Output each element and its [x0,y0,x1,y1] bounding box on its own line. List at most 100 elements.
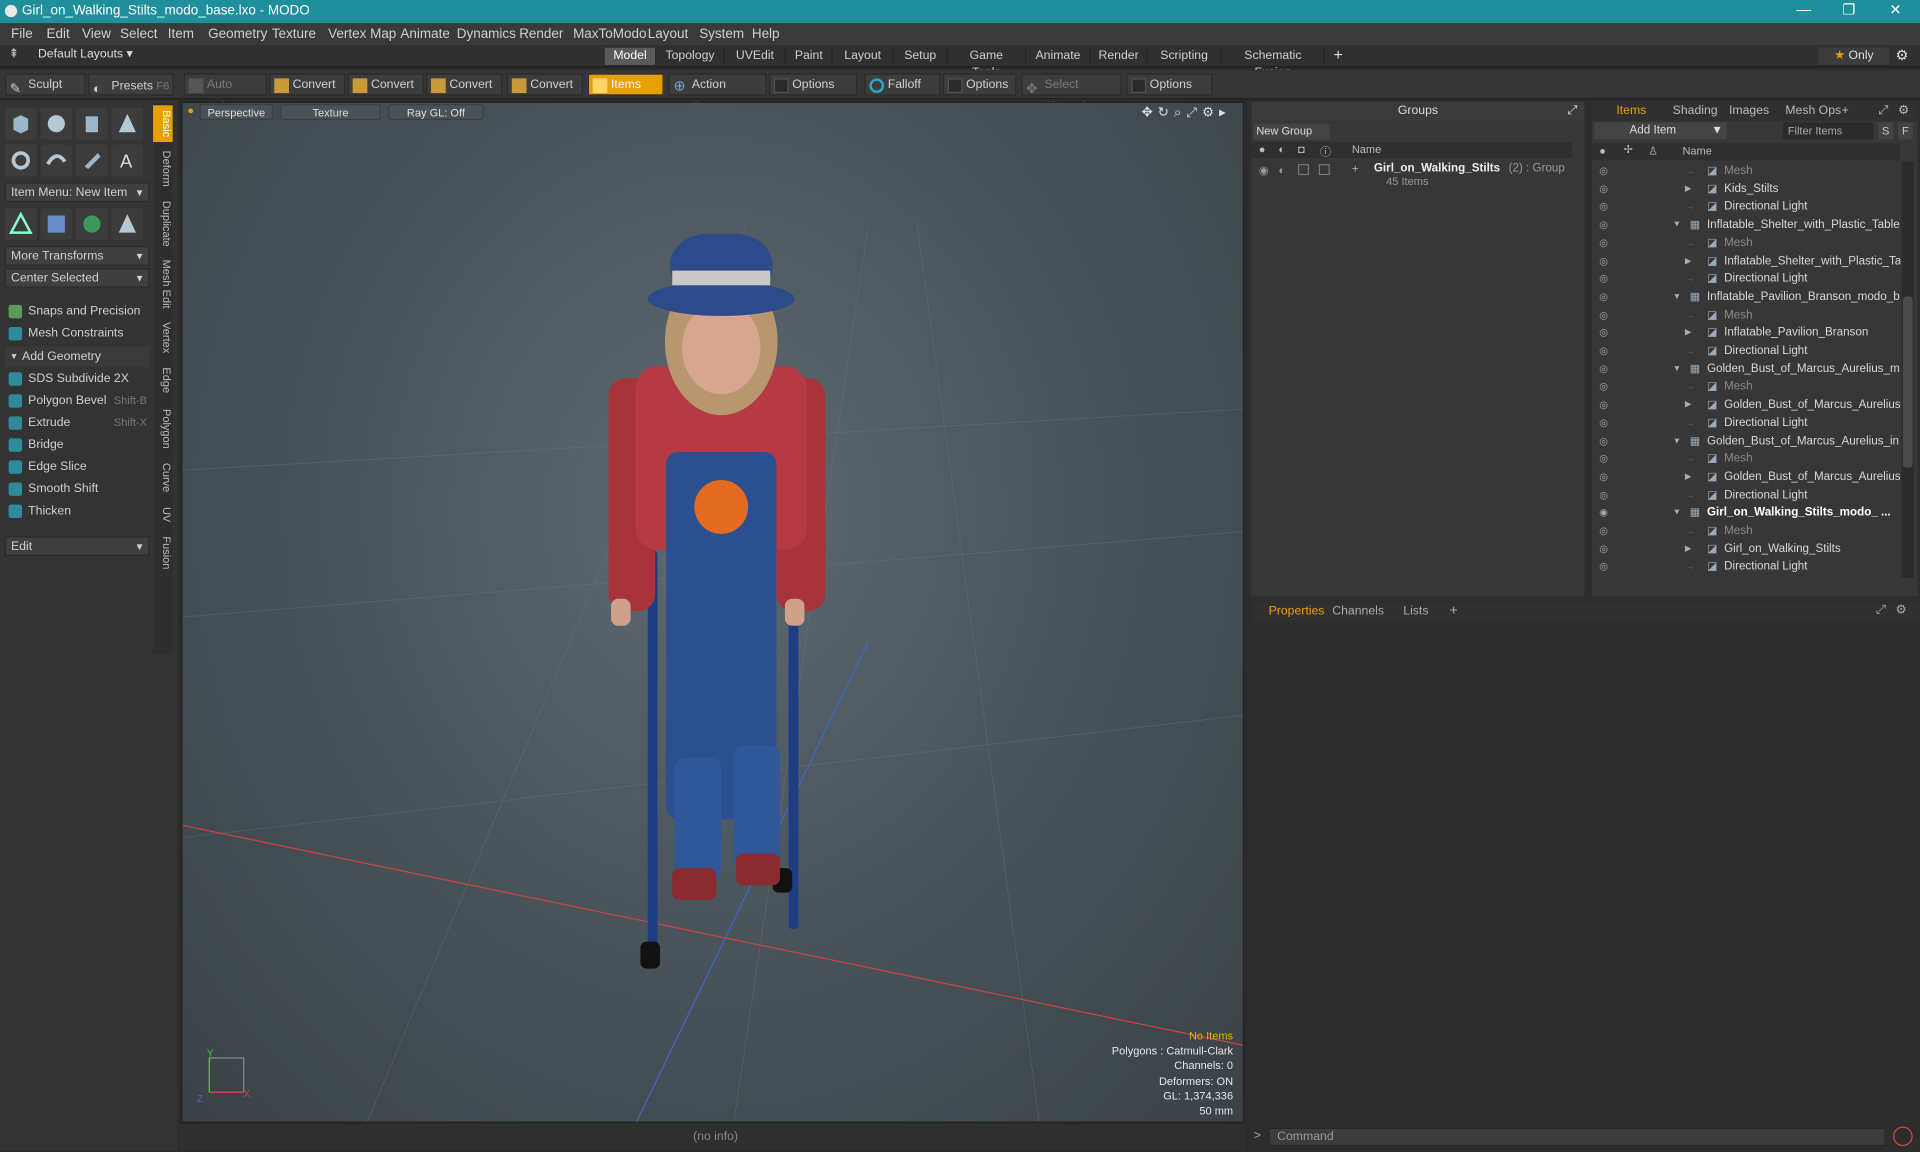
item-row[interactable]: ◎ → ◪ Directional Light [1592,270,1901,288]
text-icon[interactable]: A [111,144,144,177]
menu-animate[interactable]: Animate [400,27,449,42]
eye-icon[interactable]: ◎ [1599,327,1610,338]
tab-lists[interactable]: Lists [1403,605,1428,618]
tool-edge-slice[interactable]: Edge Slice [5,457,149,478]
falloff-button[interactable]: Falloff [864,73,941,96]
presets-button[interactable]: ◐ Presets F6 [88,73,174,97]
tab-schematic-fusion[interactable]: Schematic Fusion [1222,47,1325,80]
item-row[interactable]: ◎ ▼ ▦ Inflatable_Shelter_with_Plastic_Table… [1592,216,1900,234]
eye-icon[interactable]: ◎ [1599,561,1610,572]
eye-icon[interactable]: ◉ [1259,164,1269,177]
gear-icon[interactable]: ⚙ [1896,604,1907,617]
eye-icon[interactable]: ◎ [1599,183,1610,194]
tool-extrude[interactable]: Extrude Shift-X [5,413,149,434]
scrollbar-thumb[interactable] [1902,296,1913,468]
pan-icon[interactable]: ✥ [1141,105,1157,120]
s-button[interactable]: S [1878,122,1894,140]
tab-layout[interactable]: Layout [833,47,894,65]
add-geometry-section[interactable]: ▼ Add Geometry [4,346,150,368]
menu-edit[interactable]: Edit [47,27,70,42]
minimize-icon[interactable]: — [1782,1,1826,18]
tab-channels[interactable]: Channels [1332,605,1384,618]
menu-view[interactable]: View [82,27,111,42]
mesh-constraints-button[interactable]: Mesh Constraints [5,323,149,344]
item-row[interactable]: ◎ ▶ ◪ Golden_Bust_of_Marcus_Aurelius_... [1592,468,1900,486]
chevron-right-icon[interactable]: ▶ [1685,540,1692,558]
eye-icon[interactable]: ◎ [1599,489,1610,500]
item-row[interactable]: ◎ → ◪ Mesh [1592,234,1901,252]
item-row[interactable]: ◎ → ◪ Mesh [1592,306,1901,324]
grid-icon[interactable] [40,208,73,241]
item-row[interactable]: ◎ ▼ ▦ Golden_Bust_of_Marcus_Aurelius_m ... [1592,360,1900,378]
eye-icon[interactable]: ◎ [1599,309,1610,320]
chevron-down-icon[interactable]: ▼ [1673,504,1681,522]
eye-icon[interactable]: ◎ [1599,255,1610,266]
tool-thicken[interactable]: Thicken [5,501,149,522]
tube-icon[interactable] [40,144,73,177]
chevron-down-icon[interactable]: ▼ [1673,288,1681,306]
item-row[interactable]: ◎ → ◪ Mesh [1592,522,1901,540]
vtab-curve[interactable]: Curve [153,458,172,497]
gear-icon[interactable]: ⚙ [1896,47,1909,64]
tab-properties[interactable]: Properties [1269,605,1325,618]
eye-icon[interactable]: ◎ [1599,291,1610,302]
menu-render[interactable]: Render [519,27,563,42]
more-transforms-dropdown[interactable]: More Transforms ▼ [4,246,150,266]
eye-icon[interactable]: ◎ [1599,435,1610,446]
raygl-button[interactable]: Ray GL: Off [388,104,484,121]
gear-icon[interactable]: ⚙ [1202,105,1219,120]
layout-selector[interactable]: Default Layouts ▾ [38,48,133,61]
eye-icon[interactable]: ◉ [1599,507,1610,518]
item-row[interactable]: ◎ ▶ ◪ Girl_on_Walking_Stilts [1592,540,1901,558]
chevron-right-icon[interactable]: ▶ [1685,252,1692,270]
vtab-fusion[interactable]: Fusion [153,531,172,575]
chevron-down-icon[interactable]: ▼ [1673,432,1681,450]
add-tab-icon[interactable]: + [1842,104,1849,117]
eye-icon[interactable]: ◎ [1599,399,1610,410]
tab-topology[interactable]: Topology [656,47,725,65]
edit-dropdown[interactable]: Edit ▼ [4,536,150,556]
eye-icon[interactable]: ◎ [1599,381,1610,392]
expand-group-icon[interactable]: + [1352,163,1359,176]
eye-icon[interactable]: ◎ [1599,543,1610,554]
globe-icon[interactable] [75,208,108,241]
menu-maxtomodo[interactable]: MaxToModo [573,27,646,42]
menu-select[interactable]: Select [120,27,157,42]
add-item-button[interactable]: Add Item ▼ [1594,122,1727,140]
falloff-options-button[interactable]: Options [942,73,1017,96]
item-row[interactable]: ◎ → ◪ Mesh [1592,378,1901,396]
eye-icon[interactable]: ◎ [1599,453,1610,464]
item-row[interactable]: ◎ → ◪ Directional Light [1592,558,1901,576]
select-options-button[interactable]: Options [1126,73,1213,96]
tool-polygon-bevel[interactable]: Polygon Bevel Shift-B [5,391,149,412]
command-input[interactable]: Command [1268,1127,1886,1147]
item-row[interactable]: ◎ ▶ ◪ Kids_Stilts [1592,180,1901,198]
eye-icon[interactable]: ◎ [1599,201,1610,212]
convert-vertices-button[interactable]: Convert [269,73,346,96]
eye-icon[interactable]: ◎ [1599,417,1610,428]
vtab-deform[interactable]: Deform [153,144,172,193]
add-tab-icon[interactable]: + [1333,45,1342,63]
cylinder-icon[interactable] [75,107,108,140]
menu-texture[interactable]: Texture [272,27,316,42]
viewport-menu-icon[interactable]: ● [187,104,194,116]
eye-icon[interactable]: ◎ [1599,363,1610,374]
maximize-icon[interactable]: ❐ [1827,1,1871,18]
tab-paint[interactable]: Paint [786,47,833,65]
item-row[interactable]: ◎ ▼ ▦ Golden_Bust_of_Marcus_Aurelius_in ... [1592,432,1900,450]
item-row[interactable]: ◉ ▼ ▦ Girl_on_Walking_Stilts_modo_ ... [1592,504,1901,522]
item-row[interactable]: ◎ → ◪ Mesh [1592,162,1901,180]
vtab-duplicate[interactable]: Duplicate [153,196,172,252]
vtab-polygon[interactable]: Polygon [153,402,172,456]
item-row[interactable]: ◎ ▶ ◪ Inflatable_Pavilion_Branson [1592,324,1901,342]
tab-uvedit[interactable]: UVEdit [725,47,787,65]
vtab-mesh-edit[interactable]: Mesh Edit [153,255,172,314]
viewport-nav-icons[interactable]: ✥↻⌕⤢⚙▸ [1141,104,1230,121]
3d-viewport[interactable]: ● Perspective Texture Ray GL: Off ✥↻⌕⤢⚙▸… [181,101,1245,1123]
items-tab-images[interactable]: Images [1729,104,1769,117]
select-checkbox[interactable] [1318,164,1330,176]
menu-dynamics[interactable]: Dynamics [457,27,516,42]
item-row[interactable]: ◎ → ◪ Directional Light [1592,486,1901,504]
texture-button[interactable]: Texture [280,104,381,121]
vtab-edge[interactable]: Edge [153,362,172,399]
